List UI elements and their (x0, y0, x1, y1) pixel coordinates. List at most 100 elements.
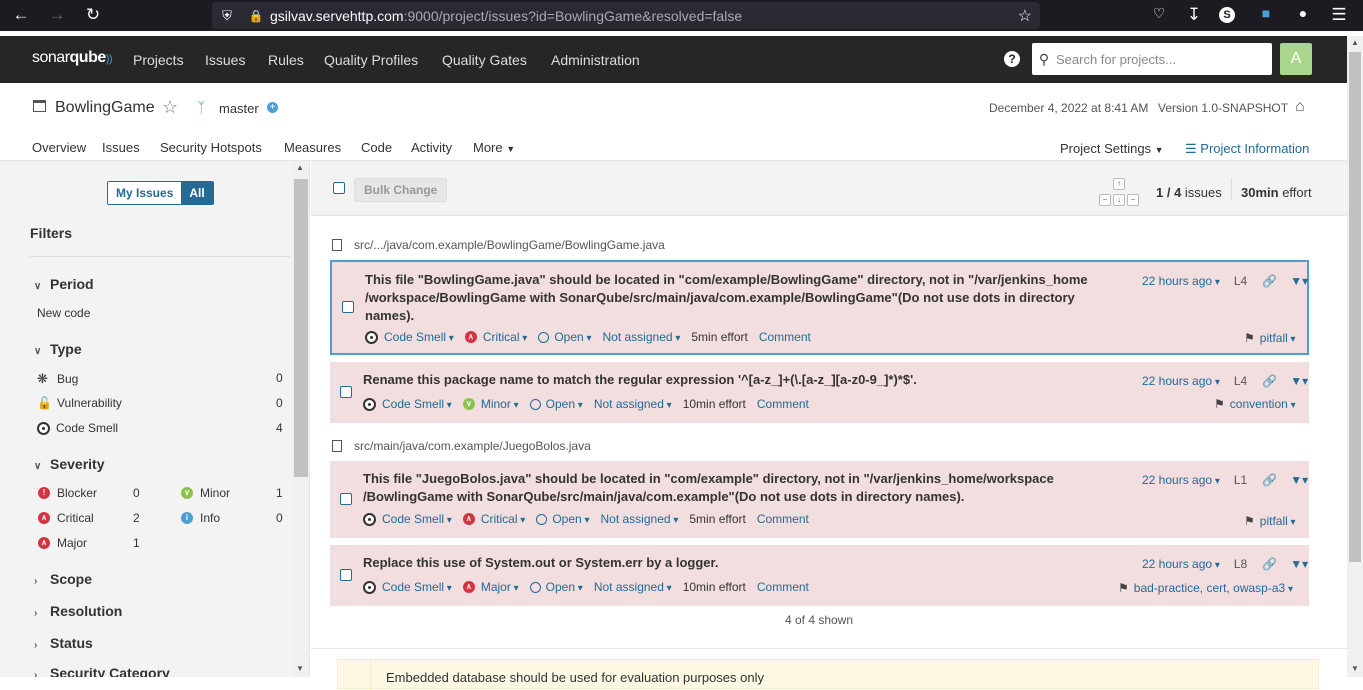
sidebar-scrollbar-thumb[interactable] (294, 179, 308, 477)
branch-info-icon[interactable]: + (267, 102, 278, 113)
issue-severity-dropdown[interactable]: Critical (481, 512, 525, 526)
tab-measures[interactable]: Measures (284, 140, 341, 155)
filter-severity-header[interactable]: ∨ Severity (34, 456, 104, 472)
tab-overview[interactable]: Overview (32, 140, 86, 155)
issue-tags-dropdown[interactable]: bad-practice, cert, owasp-a3 (1134, 581, 1293, 595)
project-settings-menu[interactable]: Project Settings ▼ (1060, 141, 1164, 156)
issue-tags[interactable]: ⚑ pitfall (1244, 514, 1296, 528)
reload-icon[interactable]: ↻ (81, 5, 105, 25)
nav-quality-profiles[interactable]: Quality Profiles (324, 52, 418, 68)
issue-line[interactable]: L1 (1234, 473, 1247, 487)
issue-age-dropdown[interactable]: 22 hours ago (1142, 557, 1220, 571)
search-projects-input[interactable]: ⚲ Search for projects... (1032, 43, 1272, 75)
lock-icon[interactable]: 🔒 (242, 9, 270, 23)
issue-comment-link[interactable]: Comment (759, 330, 811, 344)
filter-resolution-header[interactable]: › Resolution (34, 603, 122, 619)
issue-comment-link[interactable]: Comment (757, 512, 809, 526)
issue-tags[interactable]: ⚑ pitfall (1244, 331, 1296, 345)
issue-card[interactable]: This file "JuegoBolos.java" should be lo… (330, 461, 1309, 538)
issue-tags-dropdown[interactable]: pitfall (1260, 514, 1296, 528)
issue-assignee-dropdown[interactable]: Not assigned (594, 580, 672, 594)
filter-period-header[interactable]: ∨ Period (34, 276, 94, 292)
issue-status-dropdown[interactable]: Open (546, 397, 583, 411)
issue-assignee-dropdown[interactable]: Not assigned (603, 330, 681, 344)
nav-administration[interactable]: Administration (551, 52, 640, 68)
issue-age-dropdown[interactable]: 22 hours ago (1142, 374, 1220, 388)
filter-severity-major[interactable]: ∧ Major (38, 536, 87, 550)
filter-security-category-header[interactable]: › Security Category (34, 665, 170, 677)
permalink-icon[interactable]: 🔗 (1262, 374, 1277, 388)
issue-checkbox[interactable] (342, 301, 354, 313)
issue-line[interactable]: L4 (1234, 374, 1247, 388)
bookmark-star-icon[interactable]: ☆ (1018, 6, 1032, 26)
issue-message[interactable]: Replace this use of System.out or System… (363, 554, 1123, 572)
issue-severity-dropdown[interactable]: Minor (481, 397, 519, 411)
favorite-star-icon[interactable]: ☆ (162, 97, 178, 118)
filter-severity-critical[interactable]: ∧ Critical (38, 511, 94, 525)
scroll-up-icon[interactable]: ▲ (296, 163, 304, 172)
branch-name[interactable]: master (219, 101, 259, 116)
page-scrollbar-thumb[interactable] (1349, 52, 1361, 562)
tab-more[interactable]: More ▼ (473, 140, 515, 155)
filter-icon[interactable]: ▼▾ (1290, 473, 1308, 487)
filter-severity-minor[interactable]: ∨ Minor (181, 486, 230, 500)
issue-card[interactable]: Rename this package name to match the re… (330, 362, 1309, 423)
permalink-icon[interactable]: 🔗 (1262, 274, 1277, 288)
issue-checkbox[interactable] (340, 493, 352, 505)
issue-tags-dropdown[interactable]: pitfall (1260, 331, 1296, 345)
downloads-icon[interactable]: ↧ (1182, 5, 1206, 25)
tab-security-hotspots[interactable]: Security Hotspots (160, 140, 262, 155)
issue-type-dropdown[interactable]: Code Smell (382, 580, 452, 594)
issue-type-dropdown[interactable]: Code Smell (382, 397, 452, 411)
nav-issues[interactable]: Issues (205, 52, 245, 68)
issue-age-dropdown[interactable]: 22 hours ago (1142, 274, 1220, 288)
filter-period-new-code[interactable]: New code (37, 306, 90, 320)
tab-code[interactable]: Code (361, 140, 392, 155)
issue-line[interactable]: L4 (1234, 274, 1247, 288)
nav-projects[interactable]: Projects (133, 52, 184, 68)
project-name[interactable]: BowlingGame (55, 99, 155, 117)
tab-activity[interactable]: Activity (411, 140, 452, 155)
permalink-icon[interactable]: 🔗 (1262, 557, 1277, 571)
avatar[interactable]: A (1280, 43, 1312, 75)
sonarqube-logo[interactable]: sonarqube)) (32, 49, 113, 67)
back-icon[interactable]: ← (9, 5, 33, 25)
issue-checkbox[interactable] (340, 569, 352, 581)
issue-comment-link[interactable]: Comment (757, 397, 809, 411)
issue-tags[interactable]: ⚑ bad-practice, cert, owasp-a3 (1118, 581, 1293, 595)
filter-severity-blocker[interactable]: ! Blocker (38, 486, 97, 500)
nav-quality-gates[interactable]: Quality Gates (442, 52, 527, 68)
address-bar[interactable]: ⛨ 🔒 gsilvav.servehttp.com:9000/project/i… (212, 2, 1040, 29)
account-icon[interactable]: S (1219, 7, 1235, 23)
issue-line[interactable]: L8 (1234, 557, 1247, 571)
permalink-icon[interactable]: 🔗 (1262, 473, 1277, 487)
issue-age-dropdown[interactable]: 22 hours ago (1142, 473, 1220, 487)
all-issues-button[interactable]: All (181, 182, 213, 204)
scroll-up-icon[interactable]: ▲ (1351, 38, 1359, 47)
filter-status-header[interactable]: › Status (34, 635, 93, 651)
filter-scope-header[interactable]: › Scope (34, 571, 92, 587)
scroll-down-icon[interactable]: ▼ (296, 664, 304, 673)
filter-icon[interactable]: ▼▾ (1290, 374, 1308, 388)
issue-severity-dropdown[interactable]: Critical (483, 330, 527, 344)
issue-type-dropdown[interactable]: Code Smell (382, 512, 452, 526)
issue-message[interactable]: This file "BowlingGame.java" should be l… (365, 271, 1125, 325)
issue-status-dropdown[interactable]: Open (546, 580, 583, 594)
bulk-change-button[interactable]: Bulk Change (354, 178, 448, 202)
filter-type-vulnerability[interactable]: 🔓 Vulnerability (37, 396, 122, 410)
issue-message[interactable]: This file "JuegoBolos.java" should be lo… (363, 470, 1123, 506)
forward-icon[interactable]: → (45, 5, 69, 25)
home-icon[interactable]: ⌂ (1295, 98, 1305, 116)
issue-type-dropdown[interactable]: Code Smell (384, 330, 454, 344)
menu-icon[interactable]: ☰ (1327, 5, 1351, 25)
issue-status-dropdown[interactable]: Open (554, 330, 591, 344)
issue-status-dropdown[interactable]: Open (552, 512, 589, 526)
issue-assignee-dropdown[interactable]: Not assigned (601, 512, 679, 526)
filter-type-bug[interactable]: ❋ Bug (37, 371, 78, 387)
issue-comment-link[interactable]: Comment (757, 580, 809, 594)
project-information-link[interactable]: ☰ Project Information (1185, 141, 1309, 157)
extensions-puzzle-icon[interactable]: ● (1291, 5, 1315, 21)
issue-checkbox[interactable] (340, 386, 352, 398)
select-all-checkbox[interactable] (333, 182, 345, 194)
filter-type-header[interactable]: ∨ Type (34, 341, 82, 357)
